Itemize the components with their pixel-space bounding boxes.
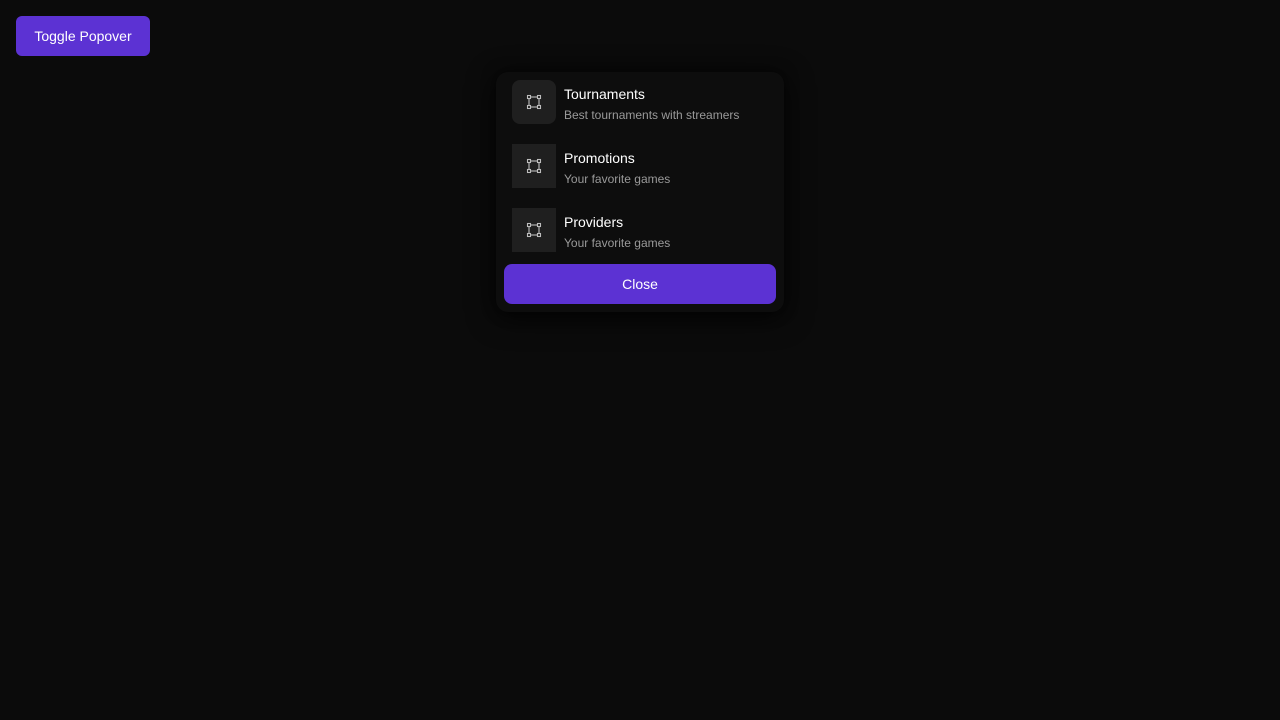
menu-item-subtitle: Your favorite games [564,236,671,250]
menu-item-promotions[interactable]: Promotions Your favorite games [512,144,776,188]
frame-square-icon [512,80,556,124]
menu-item-title: Promotions [564,150,635,166]
menu-item-tournaments[interactable]: Tournaments Best tournaments with stream… [512,80,776,124]
menu-item-title: Providers [564,214,624,230]
close-button[interactable]: Close [504,264,776,304]
frame-square-icon [512,208,556,252]
toggle-popover-button[interactable]: Toggle Popover [16,16,150,56]
menu-item-providers[interactable]: Providers Your favorite games [512,208,776,252]
popover-panel: Tournaments Best tournaments with stream… [496,72,784,312]
menu-item-subtitle: Best tournaments with streamers [564,108,740,122]
menu-item-subtitle: Your favorite games [564,172,671,186]
frame-square-icon [512,144,556,188]
menu-item-title: Tournaments [564,86,645,102]
